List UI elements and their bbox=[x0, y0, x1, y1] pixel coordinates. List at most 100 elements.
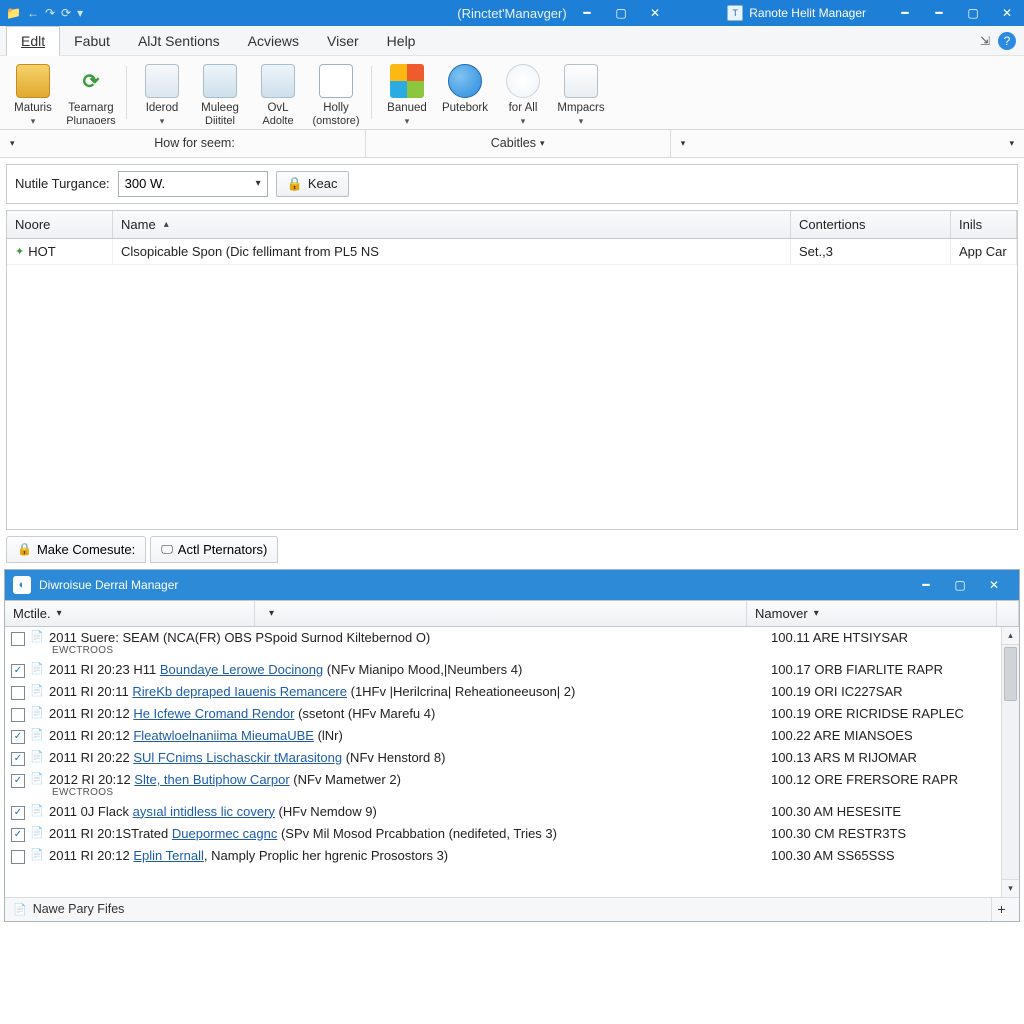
checkbox[interactable]: ✓ bbox=[11, 806, 25, 820]
chevron-down-icon: ▾ bbox=[160, 116, 165, 127]
keac-button[interactable]: 🔒Keac bbox=[276, 171, 349, 197]
folder-icon[interactable]: 📁 bbox=[6, 6, 21, 20]
window-title: (Rinctet'Manavger) bbox=[457, 6, 566, 21]
col-noore[interactable]: Noore bbox=[7, 211, 113, 238]
close-button-a[interactable]: ✕ bbox=[638, 0, 672, 26]
w2-titlebar: ◐ Diwroisue Derral Manager ━ ▢ ✕ bbox=[5, 570, 1019, 600]
list-item[interactable]: ✓📄2012 RI 20:12 Slte, then Butiphow Carp… bbox=[5, 769, 1019, 801]
col-inils[interactable]: Inils bbox=[951, 211, 1017, 238]
rf-dropdown-right[interactable]: ▾ bbox=[999, 130, 1024, 157]
address-icon bbox=[261, 64, 295, 98]
checkbox[interactable] bbox=[11, 686, 25, 700]
rf-label-center[interactable]: Cabitles ▾ bbox=[366, 130, 670, 157]
checkbox[interactable] bbox=[11, 632, 25, 646]
table-row[interactable]: ✦HOT Clsopicable Spon (Dic fellimant fro… bbox=[7, 239, 1017, 265]
rb-forall[interactable]: for All ▾ bbox=[494, 62, 552, 129]
folder-small-icon: 📄 bbox=[13, 903, 27, 916]
list-item[interactable]: ✓📄2011 RI 20:23 H11 Boundaye Lerowe Doci… bbox=[5, 659, 1019, 681]
refresh-icon[interactable]: ⟳ bbox=[61, 6, 71, 20]
menu-viser[interactable]: Viser bbox=[313, 26, 373, 55]
checkbox[interactable]: ✓ bbox=[11, 664, 25, 678]
col-contertions[interactable]: Contertions bbox=[791, 211, 951, 238]
maximize-button-a[interactable]: ▢ bbox=[604, 0, 638, 26]
minimize-button-c[interactable]: ━ bbox=[922, 0, 956, 26]
maximize-button-b[interactable]: ▢ bbox=[956, 0, 990, 26]
item-link[interactable]: Fleatwloelnaniima MieumaUBE bbox=[133, 728, 314, 743]
checkbox[interactable] bbox=[11, 850, 25, 864]
rb-muleeg[interactable]: Muleeg Diititel bbox=[191, 62, 249, 129]
rb-mmpacrs[interactable]: Mmpacrs ▾ bbox=[552, 62, 610, 129]
dropdown-icon[interactable]: ▾ bbox=[77, 6, 83, 20]
tab-add-pternators[interactable]: 🖵Actl Pternators) bbox=[150, 536, 278, 563]
minimize-button-b[interactable]: ━ bbox=[888, 0, 922, 26]
list-item[interactable]: ✓📄2011 RI 20:12 Fleatwloelnaniima Mieuma… bbox=[5, 725, 1019, 747]
refresh-icon: ⟳ bbox=[74, 64, 108, 98]
rb-putebork[interactable]: Putebork bbox=[436, 62, 494, 117]
item-link[interactable]: aysıal intidless lic covery bbox=[133, 804, 275, 819]
grid-icon bbox=[319, 64, 353, 98]
rb-iderod[interactable]: Iderod ▾ bbox=[133, 62, 191, 129]
menu-sentions[interactable]: AlJt Sentions bbox=[124, 26, 234, 55]
checkbox[interactable]: ✓ bbox=[11, 828, 25, 842]
photo-icon bbox=[564, 64, 598, 98]
menu-fabut[interactable]: Fabut bbox=[60, 26, 124, 55]
rb-tearnarg[interactable]: ⟳ Tearnarg Plunaoers bbox=[62, 62, 120, 129]
col-name[interactable]: Name bbox=[113, 211, 791, 238]
w2-col-namover[interactable]: Namover bbox=[747, 601, 997, 626]
w2-col-spacer[interactable] bbox=[255, 601, 747, 626]
scrollbar[interactable]: ▴ ▾ bbox=[1001, 627, 1019, 897]
filter-select[interactable]: 300 W. bbox=[118, 171, 268, 197]
menu-acviews[interactable]: Acviews bbox=[234, 26, 313, 55]
w2-maximize-button[interactable]: ▢ bbox=[943, 572, 977, 598]
list-item[interactable]: ✓📄2011 RI 20:22 SUl FCnims Lischasckir t… bbox=[5, 747, 1019, 769]
tab-make-comesute[interactable]: 🔒Make Comesute: bbox=[6, 536, 146, 563]
back-icon[interactable]: ← bbox=[27, 6, 39, 20]
minimize-button-a[interactable]: ━ bbox=[570, 0, 604, 26]
item-link[interactable]: Eplin Ternall bbox=[133, 848, 204, 863]
document-icon: 📄 bbox=[30, 750, 44, 763]
w2-col-mctile[interactable]: Mctile. bbox=[5, 601, 255, 626]
item-meta: 100.12 ORE FRERSORE RAPR bbox=[771, 772, 1013, 787]
pin-icon[interactable]: ⇲ bbox=[980, 34, 990, 48]
checkbox[interactable]: ✓ bbox=[11, 730, 25, 744]
item-link[interactable]: Duepormec cagnc bbox=[172, 826, 278, 841]
rb-maturis[interactable]: Maturis ▾ bbox=[4, 62, 62, 129]
rf-label-left: How for seem: bbox=[25, 130, 365, 157]
status-tabs: 🔒Make Comesute: 🖵Actl Pternators) bbox=[6, 536, 1018, 563]
checkbox[interactable]: ✓ bbox=[11, 774, 25, 788]
item-link[interactable]: Boundaye Lerowe Docinong bbox=[160, 662, 323, 677]
close-button-b[interactable]: ✕ bbox=[990, 0, 1024, 26]
rf-dropdown-mid[interactable]: ▾ bbox=[671, 130, 696, 157]
checkbox[interactable]: ✓ bbox=[11, 752, 25, 766]
menu-edit[interactable]: Edlt bbox=[6, 26, 60, 56]
list-item[interactable]: 📄2011 RI 20:12 He Icfewe Cromand Rendor … bbox=[5, 703, 1019, 725]
document-icon: 📄 bbox=[30, 804, 44, 817]
rb-holly[interactable]: Holly (omstore) bbox=[307, 62, 365, 129]
card-icon bbox=[145, 64, 179, 98]
rb-banued[interactable]: Banued ▾ bbox=[378, 62, 436, 129]
w2-minimize-button[interactable]: ━ bbox=[909, 572, 943, 598]
list-item[interactable]: 📄2011 RI 20:12 Eplin Ternall, Namply Pro… bbox=[5, 845, 1019, 867]
grid-header: Noore Name Contertions Inils bbox=[7, 211, 1017, 239]
grid-body: ✦HOT Clsopicable Spon (Dic fellimant fro… bbox=[7, 239, 1017, 529]
w2-close-button[interactable]: ✕ bbox=[977, 572, 1011, 598]
rb-ovl[interactable]: OvL Adolte bbox=[249, 62, 307, 129]
item-link[interactable]: SUl FCnims Lischasckir tMarasitong bbox=[133, 750, 342, 765]
checkbox[interactable] bbox=[11, 708, 25, 722]
menu-help[interactable]: Help bbox=[373, 26, 430, 55]
help-icon[interactable]: ? bbox=[998, 32, 1016, 50]
item-link[interactable]: Slte, then Butiphow Carpor bbox=[134, 772, 289, 787]
list-item[interactable]: ✓📄2011 0J Flack aysıal intidless lic cov… bbox=[5, 801, 1019, 823]
scroll-up-icon[interactable]: ▴ bbox=[1002, 627, 1019, 645]
item-link[interactable]: He Icfewe Cromand Rendor bbox=[133, 706, 294, 721]
add-button[interactable]: + bbox=[991, 898, 1011, 921]
document-icon: 📄 bbox=[30, 630, 44, 643]
list-item[interactable]: 📄2011 Suere: SEAM (NCA(FR) OBS PSpoid Su… bbox=[5, 627, 1019, 659]
list-item[interactable]: ✓📄2011 RI 20:1STrated Duepormec cagnc (S… bbox=[5, 823, 1019, 845]
rf-dropdown-left[interactable]: ▾ bbox=[0, 130, 25, 157]
item-link[interactable]: RireKb depraped Iauenis Remancere bbox=[132, 684, 347, 699]
forward-icon[interactable]: ↷ bbox=[45, 6, 55, 20]
scroll-down-icon[interactable]: ▾ bbox=[1002, 879, 1019, 897]
scroll-thumb[interactable] bbox=[1004, 647, 1017, 701]
list-item[interactable]: 📄2011 RI 20:11 RireKb depraped Iauenis R… bbox=[5, 681, 1019, 703]
